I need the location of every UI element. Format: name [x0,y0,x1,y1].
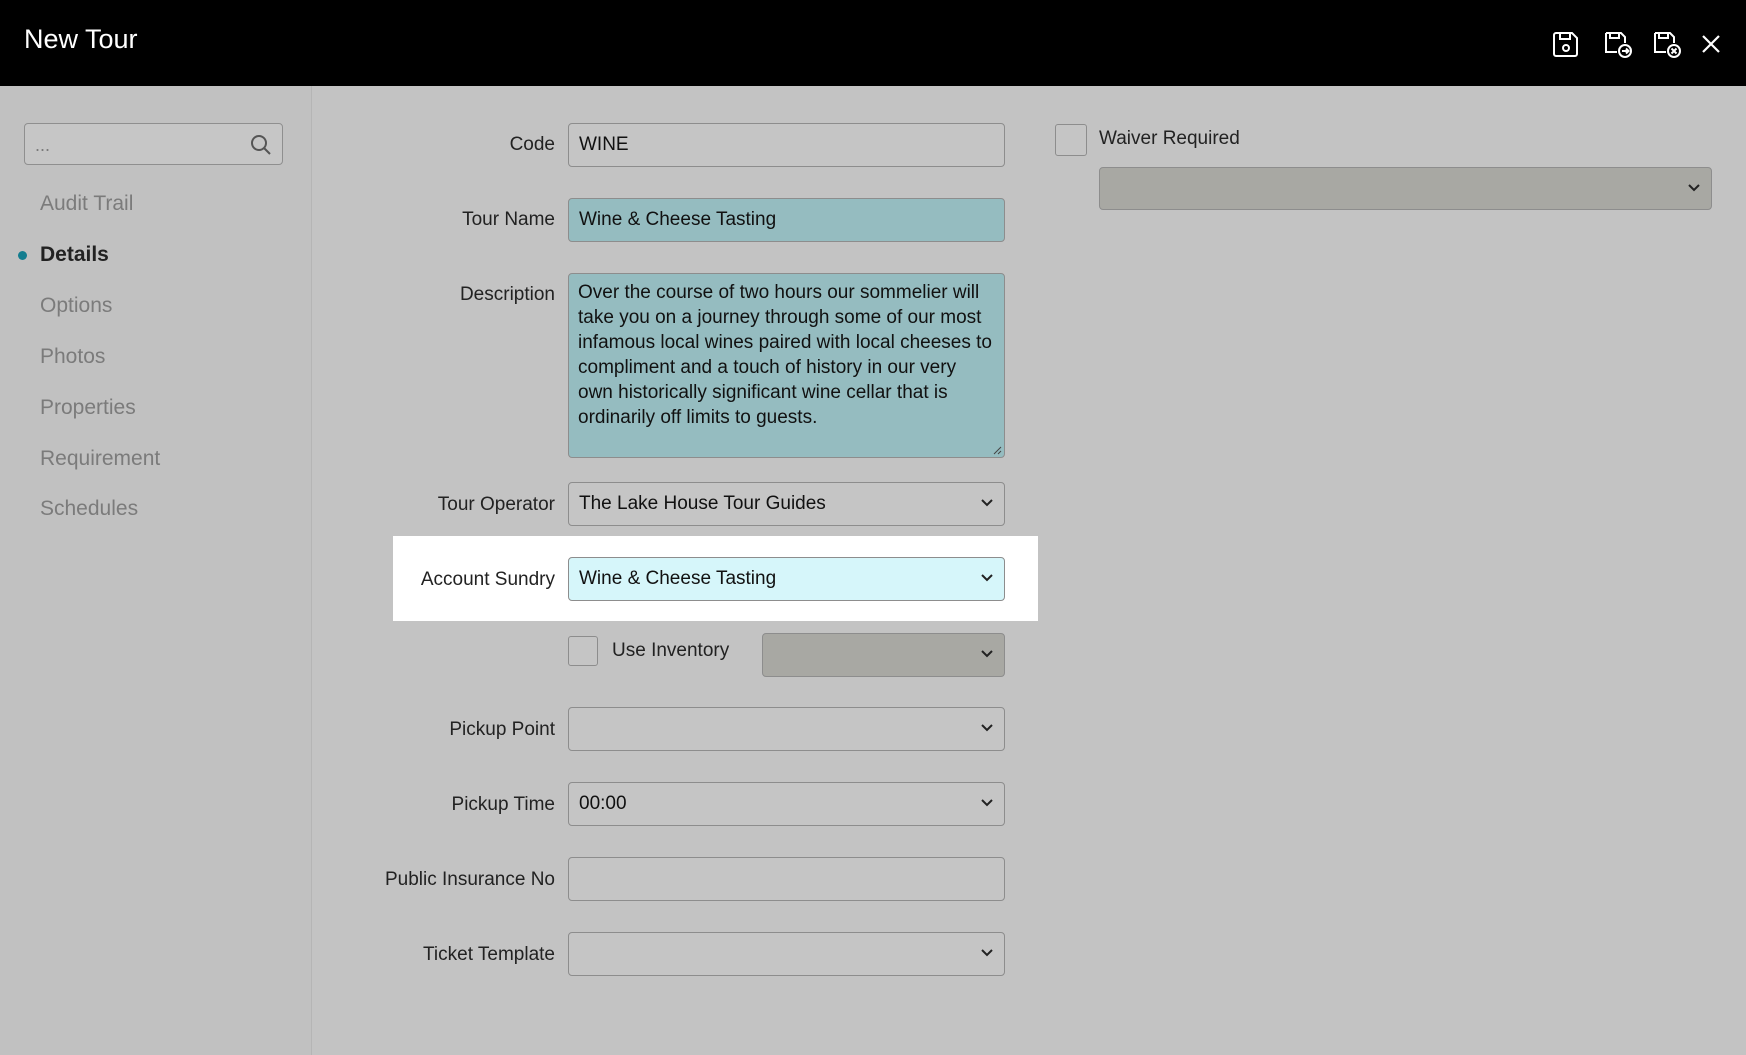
active-indicator-dot [18,251,27,260]
save-icon[interactable] [1550,28,1582,60]
waiver-required-checkbox[interactable] [1055,124,1087,156]
tour-operator-value: The Lake House Tour Guides [579,493,826,514]
save-and-close-icon[interactable] [1650,28,1682,60]
waiver-required-label: Waiver Required [1099,128,1240,149]
top-bar: New Tour [0,0,1746,86]
sidebar-item-options[interactable]: Options [40,294,112,318]
sidebar: Audit Trail Details Options Photos Prope… [0,86,312,1055]
pickup-point-select[interactable] [568,707,1005,751]
sidebar-item-properties[interactable]: Properties [40,396,136,420]
save-and-new-icon[interactable] [1601,28,1633,60]
public-insurance-label: Public Insurance No [384,869,555,890]
code-field[interactable]: WINE [568,123,1005,167]
pickup-time-select[interactable]: 00:00 [568,782,1005,826]
description-text: Over the course of two hours our sommeli… [578,282,992,428]
resize-handle-icon[interactable] [992,445,1002,455]
tour-name-label: Tour Name [462,209,555,230]
account-sundry-select[interactable]: Wine & Cheese Tasting [568,557,1005,601]
tour-name-field[interactable]: Wine & Cheese Tasting [568,198,1005,242]
chevron-down-icon [981,949,993,957]
search-box [24,123,283,165]
waiver-select[interactable] [1099,167,1712,210]
account-sundry-value: Wine & Cheese Tasting [579,568,777,589]
window-title: New Tour [24,24,138,54]
inventory-select[interactable] [762,633,1005,677]
chevron-down-icon [981,574,993,582]
chevron-down-icon [981,499,993,507]
code-label: Code [509,134,555,155]
use-inventory-label: Use Inventory [612,640,730,661]
close-icon[interactable] [1695,28,1727,60]
public-insurance-field[interactable] [568,857,1005,901]
pickup-point-label: Pickup Point [449,719,555,740]
sidebar-item-requirement[interactable]: Requirement [40,447,160,471]
sidebar-item-photos[interactable]: Photos [40,345,105,369]
tour-operator-label: Tour Operator [437,494,555,515]
ticket-template-label: Ticket Template [423,944,555,965]
tour-operator-select[interactable]: The Lake House Tour Guides [568,482,1005,526]
use-inventory-checkbox[interactable] [568,636,598,666]
description-label: Description [459,284,555,305]
sidebar-item-details[interactable]: Details [40,243,109,267]
chevron-down-icon [981,724,993,732]
sidebar-item-schedules[interactable]: Schedules [40,497,138,521]
search-input[interactable] [33,130,247,160]
pickup-time-value: 00:00 [579,793,627,814]
search-icon[interactable] [250,134,272,156]
chevron-down-icon [981,799,993,807]
account-sundry-label: Account Sundry [420,569,555,590]
sidebar-item-audit-trail[interactable]: Audit Trail [40,192,133,216]
pickup-time-label: Pickup Time [451,794,555,815]
description-textarea[interactable]: Over the course of two hours our sommeli… [568,273,1005,458]
chevron-down-icon [981,650,993,658]
ticket-template-select[interactable] [568,932,1005,976]
chevron-down-icon [1688,184,1700,192]
